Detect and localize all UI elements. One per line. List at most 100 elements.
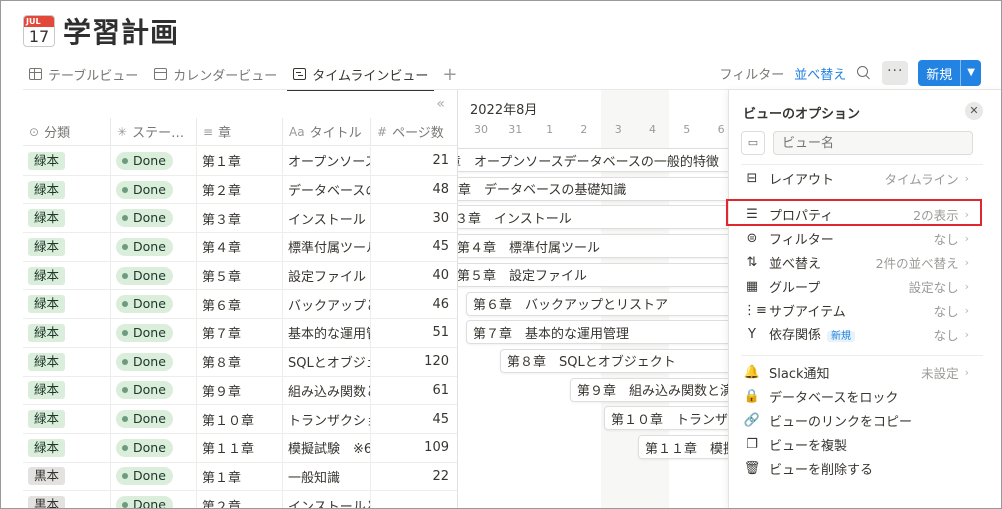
table-row[interactable]: 黒本 Done 第２章 インストールと — [23, 491, 457, 508]
cell-category[interactable]: 緑本 — [23, 319, 111, 347]
timeline-bar[interactable]: ２章 データベースの基礎知識 — [458, 176, 728, 201]
action-duplicate[interactable]: ❐ ビューを複製 — [743, 432, 969, 456]
timeline-bar[interactable]: 第１１章 模擬試験 — [638, 435, 728, 459]
timeline-bar[interactable]: 第７章 基本的な運用管理 — [466, 320, 728, 345]
cell-status[interactable]: Done — [111, 376, 197, 405]
cell-category[interactable]: 黒本 — [23, 491, 111, 508]
cell-title[interactable]: バックアップと — [283, 290, 371, 319]
cell-category[interactable]: 緑本 — [23, 233, 111, 261]
more-options-button[interactable]: ··· — [882, 61, 909, 85]
action-trash[interactable]: 🗑 ビューを削除する — [743, 456, 969, 480]
cell-status[interactable]: Done — [111, 147, 197, 175]
table-row[interactable]: 緑本 Done 第９章 組み込み関数と 61 — [23, 376, 457, 406]
table-row[interactable]: 緑本 Done 第４章 標準付属ツール 45 — [23, 233, 457, 262]
sort-button[interactable]: 並べ替え — [794, 64, 846, 83]
tab-timeline-view[interactable]: タイムラインビュー — [287, 59, 435, 91]
column-header-status[interactable]: ✳ ステー… — [111, 118, 197, 145]
cell-chapter[interactable]: 第９章 — [197, 376, 283, 405]
cell-pages[interactable]: 45 — [371, 233, 457, 261]
cell-category[interactable]: 緑本 — [23, 147, 111, 175]
cell-pages[interactable]: 51 — [371, 319, 457, 347]
table-row[interactable]: 緑本 Done 第６章 バックアップと 46 — [23, 290, 457, 320]
tab-calendar-view[interactable]: カレンダービュー — [148, 59, 283, 89]
column-header-category[interactable]: ⊙ 分類 — [23, 118, 111, 145]
cell-category[interactable]: 黒本 — [23, 462, 111, 491]
action-lock[interactable]: 🔒 データベースをロック — [743, 384, 969, 408]
cell-status[interactable]: Done — [111, 347, 197, 376]
cell-status[interactable]: Done — [111, 491, 197, 508]
new-button[interactable]: 新規 ▼ — [918, 60, 981, 86]
cell-status[interactable]: Done — [111, 175, 197, 204]
cell-chapter[interactable]: 第２章 — [197, 175, 283, 204]
cell-title[interactable]: データベースの — [283, 175, 371, 204]
chevron-down-icon[interactable]: ▼ — [960, 60, 981, 86]
cell-chapter[interactable]: 第４章 — [197, 233, 283, 261]
cell-title[interactable]: 模擬試験 ※6 — [283, 433, 371, 462]
cell-title[interactable]: 設定ファイル — [283, 261, 371, 290]
collapse-table-icon[interactable]: « — [436, 96, 445, 112]
table-row[interactable]: 緑本 Done 第３章 インストール 30 — [23, 204, 457, 234]
table-row[interactable]: 緑本 Done 第１章 オープンソース 21 — [23, 147, 457, 176]
cell-status[interactable]: Done — [111, 462, 197, 491]
table-row[interactable]: 黒本 Done 第１章 一般知識 22 — [23, 462, 457, 492]
option-group[interactable]: ▦ グループ 設定なし › — [743, 274, 969, 298]
cell-status[interactable]: Done — [111, 319, 197, 347]
option-filter[interactable]: ⊜ フィルター なし › — [743, 226, 969, 250]
cell-pages[interactable]: 30 — [371, 204, 457, 232]
cell-pages[interactable] — [371, 491, 457, 508]
add-view-icon[interactable]: + — [442, 64, 457, 85]
column-header-chapter[interactable]: ≡ 章 — [197, 118, 283, 145]
timeline-bar[interactable]: １章 オープンソースデータベースの一般的特徴 — [458, 148, 728, 172]
cell-category[interactable]: 緑本 — [23, 405, 111, 433]
option-dependency[interactable]: Y 依存関係 新規 なし › — [743, 322, 969, 346]
cell-title[interactable]: 一般知識 — [283, 462, 371, 491]
column-header-pages[interactable]: # ページ数 — [371, 118, 457, 145]
tab-table-view[interactable]: テーブルビュー — [23, 59, 144, 89]
cell-status[interactable]: Done — [111, 405, 197, 433]
cell-title[interactable]: 基本的な運用管 — [283, 319, 371, 347]
option-sort[interactable]: ⇅ 並べ替え 2件の並べ替え › — [743, 250, 969, 274]
table-row[interactable]: 緑本 Done 第５章 設定ファイル 40 — [23, 261, 457, 291]
cell-pages[interactable]: 21 — [371, 147, 457, 175]
cell-category[interactable]: 緑本 — [23, 376, 111, 405]
cell-category[interactable]: 緑本 — [23, 175, 111, 204]
cell-title[interactable]: SQLとオブジェク — [283, 347, 371, 376]
cell-chapter[interactable]: 第８章 — [197, 347, 283, 376]
close-icon[interactable]: ✕ — [965, 102, 983, 120]
cell-pages[interactable]: 61 — [371, 377, 457, 405]
filter-button[interactable]: フィルター — [720, 64, 785, 83]
cell-chapter[interactable]: 第６章 — [197, 290, 283, 319]
search-icon[interactable] — [856, 65, 872, 81]
cell-pages[interactable]: 40 — [371, 262, 457, 290]
cell-title[interactable]: 組み込み関数と — [283, 376, 371, 405]
table-row[interactable]: 緑本 Done 第８章SQLとオブジェク120 — [23, 347, 457, 377]
calendar-page-icon[interactable]: JUL 17 — [23, 15, 55, 47]
timeline-bar[interactable]: 第１０章 トランザクション — [604, 406, 728, 431]
column-header-title[interactable]: Aa タイトル — [283, 118, 371, 145]
cell-title[interactable]: 標準付属ツール — [283, 233, 371, 261]
table-row[interactable]: 緑本 Done 第２章 データベースの 48 — [23, 175, 457, 205]
timeline-bar[interactable]: 第８章 SQLとオブジェクト — [500, 348, 728, 373]
cell-chapter[interactable]: 第１章 — [197, 147, 283, 175]
cell-chapter[interactable]: 第２章 — [197, 491, 283, 508]
cell-pages[interactable]: 120 — [371, 348, 457, 376]
page-title[interactable]: 学習計画 — [63, 11, 179, 51]
timeline-bar[interactable]: 第６章 バックアップとリストア — [466, 291, 728, 316]
cell-status[interactable]: Done — [111, 233, 197, 261]
cell-pages[interactable]: 46 — [371, 290, 457, 318]
cell-chapter[interactable]: 第１１章 — [197, 433, 283, 462]
cell-category[interactable]: 緑本 — [23, 290, 111, 319]
option-subitem[interactable]: ⋮≡ サブアイテム なし › — [743, 298, 969, 322]
timeline-bar[interactable]: 第９章 組み込み関数と演算子 — [570, 377, 728, 402]
action-bell[interactable]: 🔔 Slack通知 未設定 › — [743, 360, 969, 384]
cell-status[interactable]: Done — [111, 204, 197, 233]
cell-chapter[interactable]: 第３章 — [197, 204, 283, 233]
cell-pages[interactable]: 22 — [371, 463, 457, 491]
cell-chapter[interactable]: 第１章 — [197, 462, 283, 491]
cell-category[interactable]: 緑本 — [23, 347, 111, 376]
cell-title[interactable]: オープンソース — [283, 147, 371, 175]
cell-chapter[interactable]: 第５章 — [197, 261, 283, 290]
cell-title[interactable]: トランザクショ — [283, 405, 371, 433]
timeline-bar[interactable]: 第４章 標準付属ツール — [458, 234, 728, 259]
cell-chapter[interactable]: 第１０章 — [197, 405, 283, 433]
